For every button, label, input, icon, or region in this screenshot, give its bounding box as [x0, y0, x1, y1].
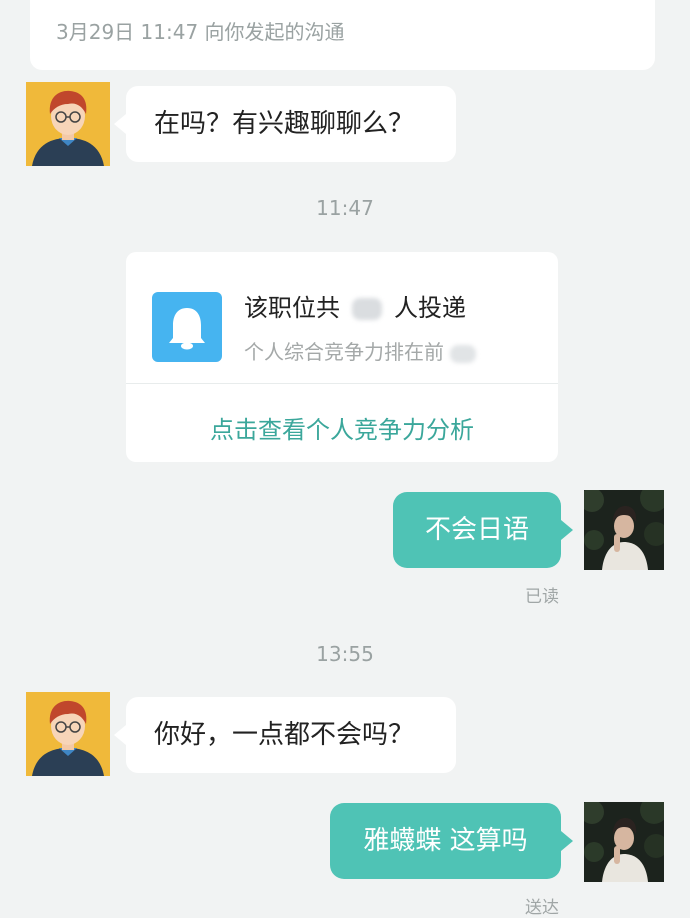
read-status: 已读: [525, 587, 559, 607]
user-avatar-photo: [584, 802, 664, 882]
job-applicants-card[interactable]: 该职位共 人投递 个人综合竞争力排在前 点击查看个人竞争力分析: [126, 252, 558, 462]
card-divider: [126, 383, 558, 384]
bell-icon-box: [152, 292, 222, 362]
timestamp: 11:47: [316, 196, 374, 220]
blurred-ranking-value: [450, 344, 476, 363]
outgoing-message[interactable]: 雅蠛蝶 这算吗: [330, 803, 573, 879]
incoming-message[interactable]: 你好，一点都不会吗？: [114, 697, 456, 773]
recruiter-avatar[interactable]: [26, 82, 110, 166]
bell-icon: [169, 308, 205, 350]
user-avatar[interactable]: [584, 802, 664, 882]
recruiter-avatar-illustration: [26, 82, 110, 166]
outgoing-message-text: 不会日语: [424, 515, 529, 545]
ranking-subtitle-text: 个人综合竞争力排在前: [244, 340, 444, 364]
conversation-start-text: 3月29日 11:47 向你发起的沟通: [56, 20, 345, 44]
incoming-message-text: 你好，一点都不会吗？: [154, 720, 415, 750]
applicant-count-prefix: 该职位共: [244, 294, 340, 322]
incoming-message-text: 在吗？有兴趣聊聊么？: [154, 109, 415, 139]
outgoing-message[interactable]: 不会日语: [393, 492, 573, 568]
applicant-count-title: 该职位共 人投递: [244, 288, 466, 323]
ranking-subtitle: 个人综合竞争力排在前: [244, 336, 482, 365]
view-competitiveness-link[interactable]: 点击查看个人竞争力分析: [126, 410, 558, 445]
outgoing-message-text: 雅蠛蝶 这算吗: [363, 826, 528, 856]
timestamp: 13:55: [316, 642, 374, 666]
recruiter-avatar[interactable]: [26, 692, 110, 776]
user-avatar[interactable]: [584, 490, 664, 570]
delivered-status: 送达: [525, 898, 559, 918]
applicant-count-suffix: 人投递: [394, 294, 466, 322]
blurred-applicant-count: [352, 298, 382, 320]
recruiter-avatar-illustration: [26, 692, 110, 776]
conversation-start-card: 3月29日 11:47 向你发起的沟通: [30, 0, 655, 70]
user-avatar-photo: [584, 490, 664, 570]
incoming-message[interactable]: 在吗？有兴趣聊聊么？: [114, 86, 456, 162]
